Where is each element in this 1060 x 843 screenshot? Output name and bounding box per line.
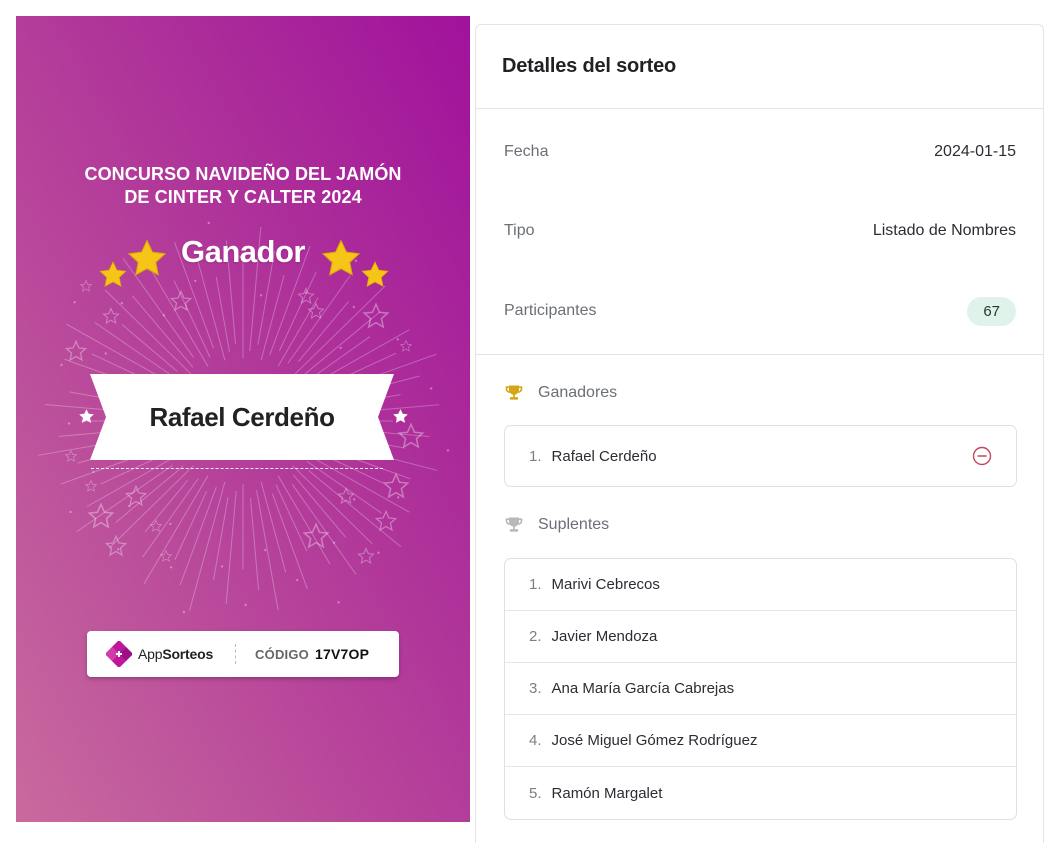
- draw-details-panel: Detalles del sorteo Fecha 2024-01-15 Tip…: [475, 24, 1044, 843]
- winner-item: 1. Rafael Cerdeño: [505, 426, 1016, 486]
- winner-heading: Ganador: [181, 234, 305, 269]
- brand-suffix: Sorteos: [162, 646, 214, 662]
- winner-name: Rafael Cerdeño: [149, 402, 335, 432]
- list-item-name: José Miguel Gómez Rodríguez: [551, 732, 758, 749]
- code-label: CÓDIGO: [255, 646, 309, 662]
- substitutes-label: Suplentes: [538, 516, 610, 533]
- info-section: Fecha 2024-01-15 Tipo Listado de Nombres…: [476, 109, 1043, 355]
- panel-title: Detalles del sorteo: [502, 55, 677, 77]
- list-item-name: Javier Mendoza: [551, 628, 658, 645]
- list-item-number: 3.: [529, 680, 542, 697]
- substitutes-list: 1. Marivi Cebrecos 2. Javier Mendoza 3. …: [504, 558, 1017, 820]
- date-value: 2024-01-15: [934, 143, 1016, 160]
- info-row-type: Tipo Listado de Nombres: [504, 218, 1016, 244]
- winner-ribbon: Rafael Cerdeño: [72, 374, 412, 460]
- participants-label: Participantes: [504, 302, 597, 319]
- brand-prefix: App: [138, 646, 163, 662]
- date-label: Fecha: [504, 143, 549, 160]
- type-value: Listado de Nombres: [872, 222, 1016, 239]
- panel-header: Detalles del sorteo: [476, 25, 1043, 109]
- code-value: 17V7OP: [314, 646, 370, 662]
- contest-title-line-2: DE CINTER Y CALTER 2024: [124, 187, 362, 207]
- substitute-item: 1. Marivi Cebrecos: [505, 559, 1016, 611]
- list-item-number: 1.: [529, 447, 542, 465]
- brand-separator: [235, 644, 237, 664]
- type-label: Tipo: [504, 222, 535, 239]
- substitutes-title: Suplentes: [504, 515, 609, 535]
- contest-title: CONCURSO NAVIDEÑO DEL JAMÓN DE CINTER Y …: [36, 163, 450, 209]
- gold-trophy-icon: [505, 385, 523, 400]
- list-item-name: Ana María García Cabrejas: [551, 680, 735, 697]
- list-item-number: 4.: [529, 732, 542, 749]
- list-item-number: 2.: [529, 628, 542, 645]
- ribbon-divider: [91, 468, 383, 469]
- appsorteos-logo-icon: [106, 641, 132, 667]
- info-row-date: Fecha 2024-01-15: [504, 139, 1016, 165]
- contest-title-line-1: CONCURSO NAVIDEÑO DEL JAMÓN: [84, 164, 402, 184]
- substitute-item: 5. Ramón Margalet: [505, 767, 1016, 819]
- list-item-number: 1.: [529, 576, 542, 593]
- participants-count-badge: 67: [967, 296, 1016, 326]
- substitute-item: 3. Ana María García Cabrejas: [505, 663, 1016, 715]
- small-star-icon: [79, 409, 94, 423]
- list-item-number: 5.: [529, 784, 542, 802]
- list-item-name: Ramón Margalet: [551, 784, 663, 802]
- info-row-participants: Participantes 67: [504, 295, 1016, 327]
- list-item-name: Marivi Cebrecos: [551, 576, 660, 593]
- winners-title: Ganadores: [504, 383, 617, 403]
- silver-trophy-icon: [505, 517, 523, 532]
- appsorteos-badge: AppSorteos CÓDIGO 17V7OP: [87, 631, 399, 677]
- remove-winner-icon[interactable]: [972, 446, 992, 466]
- winners-list: 1. Rafael Cerdeño: [504, 425, 1017, 487]
- winner-poster: CONCURSO NAVIDEÑO DEL JAMÓN DE CINTER Y …: [16, 16, 470, 822]
- winners-label: Ganadores: [538, 384, 618, 401]
- small-star-icon: [393, 409, 408, 423]
- substitute-item: 2. Javier Mendoza: [505, 611, 1016, 663]
- list-item-name: Rafael Cerdeño: [551, 447, 657, 465]
- brand-name: AppSorteos: [138, 646, 213, 662]
- substitute-item: 4. José Miguel Gómez Rodríguez: [505, 715, 1016, 767]
